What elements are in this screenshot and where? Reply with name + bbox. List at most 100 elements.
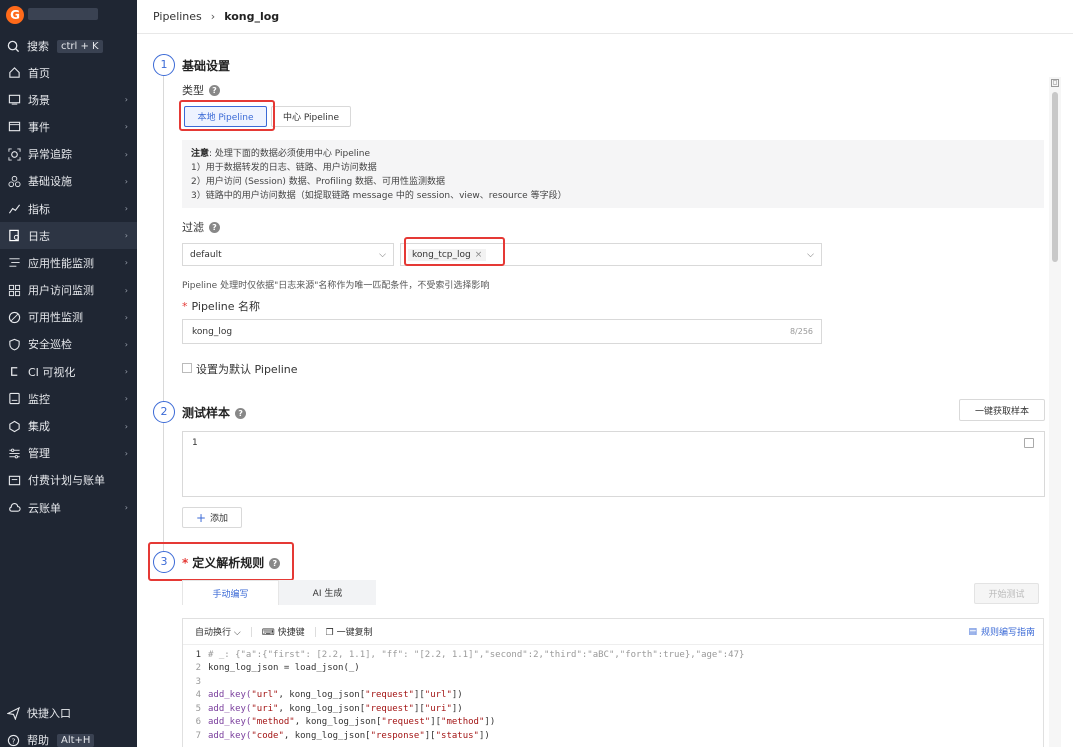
highlight-box: [404, 237, 505, 266]
exception-icon: [7, 147, 21, 161]
sidebar-item-scene[interactable]: 场景 ›: [0, 86, 137, 113]
sidebar-item-monitor[interactable]: 监控 ›: [0, 385, 137, 412]
code-token: ][: [430, 717, 442, 728]
copy-icon[interactable]: [1024, 438, 1034, 448]
sidebar-quick-entry[interactable]: 快捷入口: [0, 703, 137, 723]
code-token: ][: [424, 730, 436, 741]
chevron-down-icon: ⌵: [233, 628, 241, 638]
help-icon[interactable]: ?: [209, 85, 220, 96]
tab-ai-generate[interactable]: AI 生成: [279, 580, 376, 605]
scroll-top-icon[interactable]: ◻: [1051, 79, 1059, 87]
sidebar-item-integration[interactable]: 集成 ›: [0, 412, 137, 439]
breadcrumb-pipelines[interactable]: Pipelines: [153, 10, 202, 23]
start-test-button[interactable]: 开始测试: [974, 583, 1039, 604]
default-pipeline-label: 设置为默认 Pipeline: [196, 363, 298, 376]
keyboard-icon: ⌨: [261, 628, 275, 638]
sidebar-item-home[interactable]: 首页: [0, 59, 137, 86]
manage-icon: [7, 446, 21, 460]
rule-guide-link[interactable]: ▤ 规则编写指南: [968, 625, 1035, 639]
sidebar-item-availability[interactable]: 可用性监测 ›: [0, 304, 137, 331]
auto-wrap-toggle[interactable]: 自动换行 ⌵: [195, 625, 241, 638]
chevron-right-icon: ›: [124, 394, 128, 404]
center-pipeline-button[interactable]: 中心 Pipeline: [271, 106, 351, 127]
rule-guide-label: 规则编写指南: [980, 628, 1035, 638]
line-number: 6: [195, 717, 201, 728]
scrollbar-thumb[interactable]: [1052, 92, 1058, 262]
rule-tabs: 手动编写 AI 生成: [182, 580, 376, 605]
sidebar-item-apm[interactable]: 应用性能监测 ›: [0, 249, 137, 276]
sidebar-item-label: 异常追踪: [28, 148, 72, 162]
help-icon[interactable]: ?: [209, 222, 220, 233]
code-token: , kong_log_json[: [278, 703, 366, 714]
code-token: ]): [484, 717, 496, 728]
tab-manual[interactable]: 手动编写: [182, 580, 279, 605]
code-string: "uri": [424, 703, 452, 714]
line-number: 2: [195, 663, 201, 674]
step-1-indicator: 1: [153, 54, 175, 76]
fetch-sample-button[interactable]: 一键获取样本: [959, 399, 1045, 421]
chevron-right-icon: ›: [124, 122, 128, 132]
sidebar-help[interactable]: ? 帮助 Alt+H: [0, 730, 137, 747]
sidebar-item-metrics[interactable]: 指标 ›: [0, 195, 137, 222]
code-token: ]): [451, 690, 463, 701]
pipeline-name-value: kong_log: [192, 326, 233, 337]
code-string: "uri": [251, 703, 279, 714]
sidebar-item-cloud-bill[interactable]: 云账单 ›: [0, 494, 137, 521]
index-select[interactable]: default ⌵: [182, 243, 394, 266]
pipeline-name-input[interactable]: kong_log 8/256: [182, 319, 822, 344]
sidebar-item-label: 指标: [28, 202, 50, 216]
code-token: ]): [451, 703, 463, 714]
sidebar-item-label: 集成: [28, 420, 50, 434]
sidebar-item-infrastructure[interactable]: 基础设施 ›: [0, 168, 137, 195]
chevron-right-icon: ›: [124, 285, 128, 295]
chevron-right-icon: ›: [124, 421, 128, 431]
help-label: 帮助: [27, 734, 49, 747]
code-token: , kong_log_json[: [278, 690, 366, 701]
sidebar-item-label: 监控: [28, 392, 50, 406]
event-icon: [7, 120, 21, 134]
search-icon: [7, 40, 20, 52]
code-editor[interactable]: 自动换行 ⌵ ⌨ 快捷键 ❐ 一键复制 ▤ 规则编写指南 1 # _: {"a":{…: [182, 618, 1044, 747]
sidebar-item-security[interactable]: 安全巡检 ›: [0, 331, 137, 358]
help-icon[interactable]: ?: [235, 408, 247, 419]
sidebar-item-rum[interactable]: 用户访问监测 ›: [0, 277, 137, 304]
sidebar-item-event[interactable]: 事件 ›: [0, 113, 137, 140]
sample-textarea[interactable]: 1: [182, 431, 1045, 497]
brand-logo[interactable]: G: [6, 6, 24, 24]
sidebar-item-exception[interactable]: 异常追踪 ›: [0, 141, 137, 168]
code-string: "method": [441, 717, 485, 728]
sidebar-nav: 首页 场景 › 事件 › 异常追踪 › 基础设施 › 指标 › 日志 › 应用性能监测 › 用户访问监测 › 可用…: [0, 59, 137, 521]
sidebar-item-label: 管理: [28, 447, 50, 461]
code-token: ]): [478, 730, 490, 741]
integration-icon: [7, 419, 21, 433]
sidebar-item-billing[interactable]: 付费计划与账单: [0, 467, 137, 494]
sidebar-item-ci[interactable]: CI 可视化 ›: [0, 358, 137, 385]
add-sample-button[interactable]: + 添加: [182, 507, 242, 528]
type-label: 类型?: [182, 82, 220, 98]
sidebar-item-label: 事件: [28, 120, 50, 134]
sidebar-item-log[interactable]: 日志 ›: [0, 222, 137, 250]
step-connector: [163, 76, 164, 409]
sidebar-item-label: 场景: [28, 93, 50, 107]
sidebar-search[interactable]: 搜索 ctrl + K: [0, 36, 137, 56]
code-string: "request": [365, 690, 414, 701]
sidebar-item-manage[interactable]: 管理 ›: [0, 440, 137, 467]
default-pipeline-checkbox[interactable]: [182, 363, 192, 373]
chevron-right-icon: ›: [124, 176, 128, 186]
notice-line-2: 2）用户访问 (Session) 数据、Profiling 数据、可用性监测数据: [191, 177, 446, 187]
editor-toolbar: 自动换行 ⌵ ⌨ 快捷键 ❐ 一键复制 ▤ 规则编写指南: [183, 619, 1043, 645]
chevron-right-icon: ›: [124, 312, 128, 322]
filter-hint: Pipeline 处理时仅依据"日志来源"名称作为唯一匹配条件，不受索引选择影响: [182, 281, 490, 291]
code-string: "request": [365, 703, 414, 714]
breadcrumb: Pipelines › kong_log: [137, 0, 1073, 34]
billing-icon: [7, 473, 21, 487]
copy-all-button[interactable]: ❐ 一键复制: [326, 625, 373, 638]
help-icon: ?: [7, 734, 20, 746]
scrollbar[interactable]: [1049, 77, 1061, 747]
code-token: , kong_log_json[: [283, 730, 371, 741]
code-token: ][: [413, 703, 425, 714]
shortcut-label: 快捷键: [277, 628, 305, 638]
workspace-name-redacted[interactable]: [28, 8, 98, 20]
chevron-down-icon: ⌵: [807, 249, 814, 260]
shortcut-button[interactable]: ⌨ 快捷键: [262, 625, 305, 638]
